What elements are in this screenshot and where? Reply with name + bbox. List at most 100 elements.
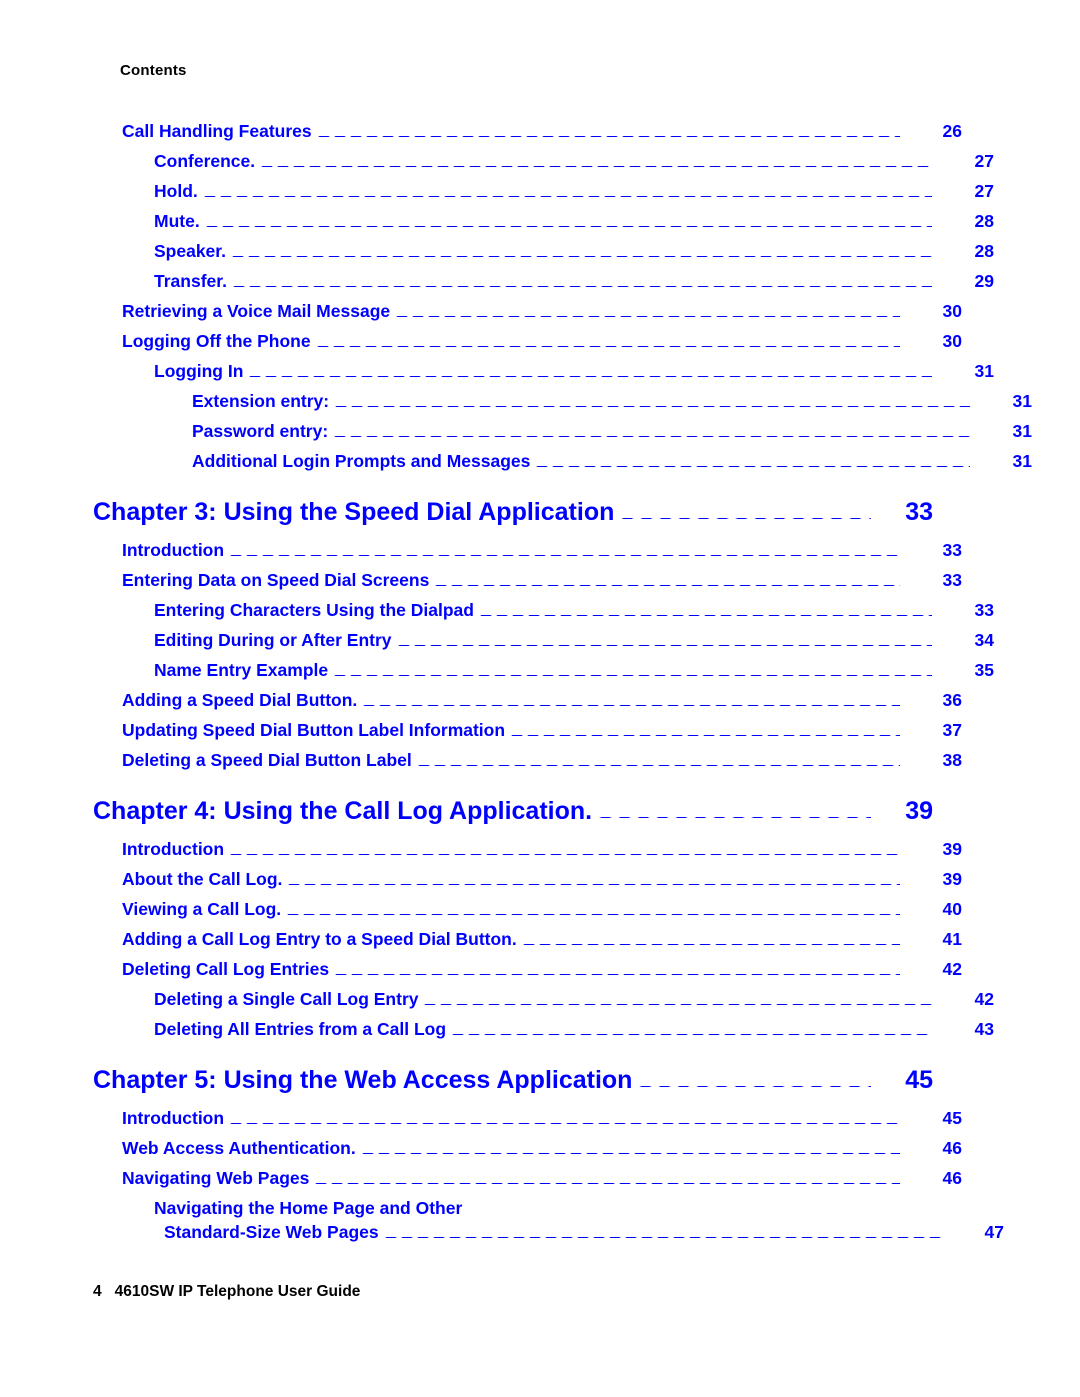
toc-dot-leader bbox=[314, 346, 900, 347]
toc-dot-leader bbox=[228, 1123, 900, 1124]
toc-entry-label: Editing During or After Entry bbox=[154, 630, 392, 650]
toc-chapter-entry[interactable]: Chapter 5: Using the Web Access Applicat… bbox=[93, 1066, 933, 1095]
toc-entry-page-number: 31 bbox=[1012, 451, 1032, 471]
toc-dot-leader bbox=[247, 376, 932, 377]
toc-dot-leader bbox=[450, 1034, 932, 1035]
toc-entry-label-line2: Standard-Size Web Pages bbox=[164, 1222, 379, 1242]
toc-entry-page-number: 31 bbox=[1012, 391, 1032, 411]
toc-entry[interactable]: Additional Login Prompts and Messages 31 bbox=[192, 451, 1032, 472]
toc-dot-leader bbox=[433, 585, 900, 586]
toc-entry-label: Password entry: bbox=[192, 421, 329, 441]
toc-entry-label: Name Entry Example bbox=[154, 660, 329, 680]
toc-entry[interactable]: Deleting a Speed Dial Button Label 38 bbox=[122, 750, 962, 771]
toc-entry-page-number: 36 bbox=[942, 690, 962, 710]
toc-entry[interactable]: Navigating the Home Page and Other Standa… bbox=[154, 1198, 1004, 1243]
toc-entry-label: Deleting a Single Call Log Entry bbox=[154, 989, 419, 1009]
toc-dot-leader bbox=[332, 675, 932, 676]
toc-entry[interactable]: Introduction 39 bbox=[122, 839, 962, 860]
toc-entry[interactable]: Call Handling Features 26 bbox=[122, 121, 962, 142]
toc-entry-page-number: 33 bbox=[905, 498, 933, 526]
toc-entry[interactable]: Adding a Speed Dial Button. 36 bbox=[122, 690, 962, 711]
toc-entry-label: Adding a Call Log Entry to a Speed Dial … bbox=[122, 929, 517, 949]
toc-entry[interactable]: Password entry: 31 bbox=[192, 421, 1032, 442]
toc-entry-page-number: 47 bbox=[984, 1222, 1004, 1242]
toc-entry[interactable]: Name Entry Example 35 bbox=[154, 660, 994, 681]
toc-entry-label: Entering Characters Using the Dialpad bbox=[154, 600, 474, 620]
toc-dot-leader bbox=[509, 735, 900, 736]
toc-chapter-entry[interactable]: Chapter 4: Using the Call Log Applicatio… bbox=[93, 797, 933, 826]
toc-entry[interactable]: Mute. 28 bbox=[154, 211, 994, 232]
toc-entry-page-number: 28 bbox=[974, 211, 994, 231]
toc-dot-leader bbox=[285, 914, 900, 915]
toc-dot-leader bbox=[203, 226, 932, 227]
toc-entry[interactable]: Adding a Call Log Entry to a Speed Dial … bbox=[122, 929, 962, 950]
toc-entry-page-number: 26 bbox=[942, 121, 962, 141]
toc-entry-label: Introduction bbox=[122, 839, 225, 859]
toc-entry-label: Entering Data on Speed Dial Screens bbox=[122, 570, 430, 590]
toc-entry[interactable]: Deleting Call Log Entries 42 bbox=[122, 959, 962, 980]
toc-entry-label: Chapter 3: Using the Speed Dial Applicat… bbox=[93, 498, 615, 526]
toc-entry-page-number: 39 bbox=[905, 797, 933, 825]
toc-entry-label: Web Access Authentication. bbox=[122, 1138, 356, 1158]
toc-entry[interactable]: Extension entry: 31 bbox=[192, 391, 1032, 412]
toc-entry-page-number: 28 bbox=[974, 241, 994, 261]
footer-page-number: 4 bbox=[93, 1283, 102, 1300]
toc-entry[interactable]: Editing During or After Entry 34 bbox=[154, 630, 994, 651]
toc-entry-label-line1: Navigating the Home Page and Other bbox=[154, 1198, 463, 1218]
toc-entry[interactable]: About the Call Log. 39 bbox=[122, 869, 962, 890]
toc-entry[interactable]: Deleting All Entries from a Call Log 43 bbox=[154, 1019, 994, 1040]
toc-entry-page-number: 46 bbox=[942, 1168, 962, 1188]
toc-entry-page-number: 45 bbox=[905, 1066, 933, 1094]
toc-dot-leader bbox=[228, 555, 900, 556]
toc-entry-label: Chapter 4: Using the Call Log Applicatio… bbox=[93, 797, 593, 825]
toc-entry-page-number: 38 bbox=[942, 750, 962, 770]
toc-entry[interactable]: Entering Characters Using the Dialpad 33 bbox=[154, 600, 994, 621]
running-head: Contents bbox=[120, 62, 187, 79]
toc-entry[interactable]: Retrieving a Voice Mail Message 30 bbox=[122, 301, 962, 322]
toc-entry[interactable]: Deleting a Single Call Log Entry 42 bbox=[154, 989, 994, 1010]
toc-entry[interactable]: Viewing a Call Log. 40 bbox=[122, 899, 962, 920]
toc-entry[interactable]: Introduction 33 bbox=[122, 540, 962, 561]
toc-entry[interactable]: Introduction 45 bbox=[122, 1108, 962, 1129]
toc-entry-page-number: 30 bbox=[942, 301, 962, 321]
toc-entry-label: Adding a Speed Dial Button. bbox=[122, 690, 358, 710]
toc-chapter-entry[interactable]: Chapter 3: Using the Speed Dial Applicat… bbox=[93, 498, 933, 527]
toc-entry-label: Mute. bbox=[154, 211, 200, 231]
toc-dot-leader bbox=[477, 615, 932, 616]
toc-entry-label: Hold. bbox=[154, 181, 198, 201]
toc-entry[interactable]: Navigating Web Pages 46 bbox=[122, 1168, 962, 1189]
toc-entry-page-number: 29 bbox=[974, 271, 994, 291]
toc-entry-page-number: 46 bbox=[942, 1138, 962, 1158]
toc-dot-leader bbox=[395, 645, 932, 646]
toc-entry[interactable]: Updating Speed Dial Button Label Informa… bbox=[122, 720, 962, 741]
toc-dot-leader bbox=[230, 256, 932, 257]
toc-entry[interactable]: Logging In 31 bbox=[154, 361, 994, 382]
toc-entry-label: Introduction bbox=[122, 1108, 225, 1128]
toc-entry-label: Introduction bbox=[122, 540, 225, 560]
toc-entry[interactable]: Hold. 27 bbox=[154, 181, 994, 202]
toc-entry-page-number: 41 bbox=[942, 929, 962, 949]
toc-entry-page-number: 31 bbox=[1012, 421, 1032, 441]
toc-entry[interactable]: Web Access Authentication. 46 bbox=[122, 1138, 962, 1159]
toc-entry-label: Additional Login Prompts and Messages bbox=[192, 451, 531, 471]
toc-entry[interactable]: Logging Off the Phone 30 bbox=[122, 331, 962, 352]
toc-dot-leader bbox=[394, 316, 900, 317]
toc-entry-page-number: 30 bbox=[942, 331, 962, 351]
table-of-contents: Call Handling Features 26 Conference. 27 Hol… bbox=[93, 112, 1032, 1243]
toc-entry[interactable]: Conference. 27 bbox=[154, 151, 994, 172]
toc-dot-leader bbox=[286, 884, 900, 885]
toc-entry[interactable]: Entering Data on Speed Dial Screens 33 bbox=[122, 570, 962, 591]
toc-dot-leader bbox=[596, 817, 871, 818]
toc-entry[interactable]: Transfer. 29 bbox=[154, 271, 994, 292]
toc-entry-label: Deleting Call Log Entries bbox=[122, 959, 330, 979]
toc-entry-label: Transfer. bbox=[154, 271, 227, 291]
toc-dot-leader bbox=[259, 166, 932, 167]
toc-dot-leader bbox=[230, 286, 932, 287]
toc-entry-page-number: 39 bbox=[942, 839, 962, 859]
toc-dot-leader bbox=[534, 466, 970, 467]
toc-entry-page-number: 39 bbox=[942, 869, 962, 889]
toc-dot-leader bbox=[361, 705, 900, 706]
toc-entry[interactable]: Speaker. 28 bbox=[154, 241, 994, 262]
toc-entry-page-number: 33 bbox=[974, 600, 994, 620]
toc-entry-page-number: 37 bbox=[942, 720, 962, 740]
